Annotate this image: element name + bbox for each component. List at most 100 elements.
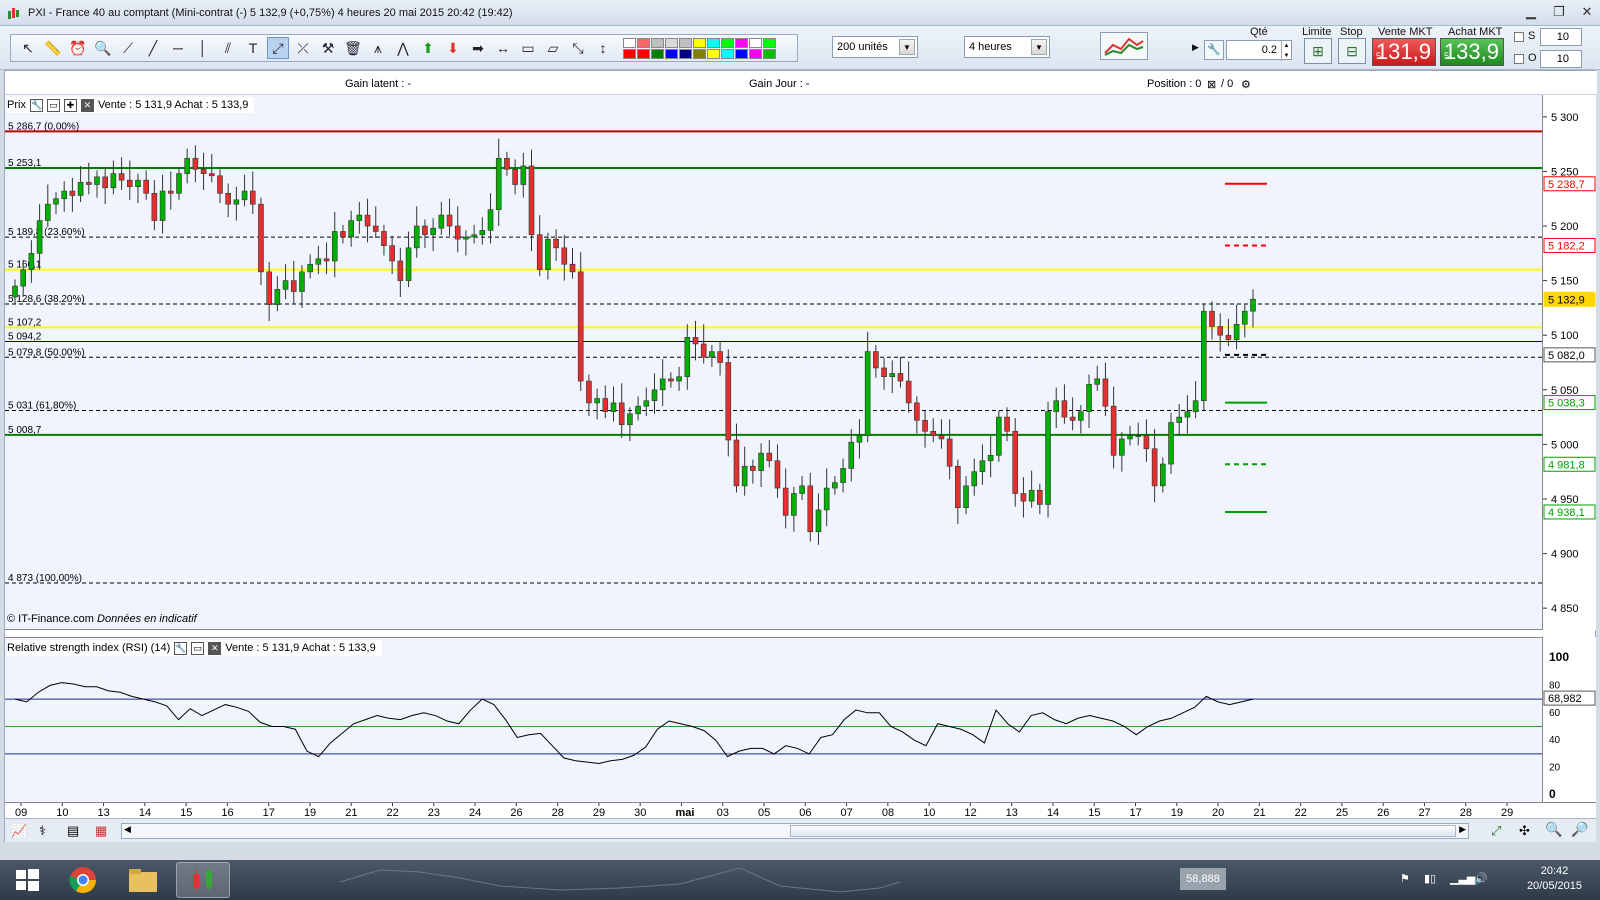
cross-tool-icon[interactable]: ⤫	[292, 37, 314, 59]
ray-tool-icon[interactable]: ╱	[142, 37, 164, 59]
explorer-taskbar-item[interactable]	[116, 862, 170, 898]
chart-add-icon[interactable]: 📈	[11, 823, 27, 839]
flag-icon[interactable]: ⚑	[1400, 872, 1410, 885]
range-icon[interactable]: ↔	[492, 37, 514, 59]
color-swatch[interactable]	[707, 37, 720, 48]
units-select[interactable]: 200 unités ▼	[832, 36, 918, 58]
close-icon[interactable]: ✕	[80, 98, 94, 112]
qty-spinner[interactable]: ▲ ▼	[1281, 41, 1291, 61]
chevron-down-icon[interactable]: ▼	[1031, 39, 1047, 55]
close-icon[interactable]: ✕	[1580, 4, 1594, 20]
zoom-in-icon[interactable]: 🔎	[1571, 821, 1588, 838]
buy-button[interactable]: 5 133,9	[1440, 38, 1504, 66]
period-select[interactable]: 4 heures ▼	[964, 36, 1050, 58]
clock[interactable]: 20:42 20/05/2015	[1527, 864, 1582, 894]
prorealtime-taskbar-item[interactable]	[176, 862, 230, 898]
color-swatch[interactable]	[693, 48, 706, 59]
color-swatch[interactable]	[665, 37, 678, 48]
color-swatch[interactable]	[679, 48, 692, 59]
close-icon[interactable]: ✕	[208, 641, 222, 655]
pointer-icon[interactable]: ↖	[17, 37, 39, 59]
calendar-icon[interactable]: ▤	[67, 823, 79, 839]
restore-icon[interactable]: ❐	[1552, 4, 1566, 20]
horizontal-scrollbar[interactable]: ◀ ▶	[121, 823, 1469, 839]
scrollbar-thumb[interactable]	[790, 825, 1456, 837]
s-input[interactable]: 10	[1540, 28, 1582, 46]
remove-icon[interactable]: ▦	[95, 823, 107, 839]
chevron-down-icon[interactable]: ▼	[899, 39, 915, 55]
stop-button[interactable]: ⊟	[1338, 38, 1366, 64]
price-pane[interactable]: 5 286,7 (0,00%) 5 253,1 5 189,8 (23,60%) 5 …	[5, 95, 1542, 630]
chrome-taskbar-item[interactable]	[56, 862, 110, 898]
color-swatch[interactable]	[749, 48, 762, 59]
color-swatch[interactable]	[651, 48, 664, 59]
color-swatch[interactable]	[623, 37, 636, 48]
settings-icon[interactable]: ⚙	[1241, 78, 1251, 91]
color-swatch[interactable]	[749, 37, 762, 48]
volume-icon[interactable]: 🔊	[1474, 872, 1488, 885]
chart-type-button[interactable]	[1100, 32, 1148, 60]
text-tool-icon[interactable]: T	[242, 37, 264, 59]
color-swatch[interactable]	[721, 37, 734, 48]
s-checkbox[interactable]	[1514, 32, 1524, 42]
wrench-icon[interactable]: 🔧	[1204, 40, 1224, 60]
fan-icon[interactable]: ⋀	[392, 37, 414, 59]
tools-icon[interactable]: ⚒	[317, 37, 339, 59]
arrow-up-icon[interactable]: ⬆	[417, 37, 439, 59]
channel-tool-icon[interactable]: ⫽	[217, 37, 239, 59]
color-swatch[interactable]	[735, 37, 748, 48]
measure-icon[interactable]: ⤡	[567, 37, 589, 59]
fit-icon[interactable]: ✣	[1519, 823, 1530, 839]
color-swatch[interactable]	[651, 37, 664, 48]
limit-button[interactable]: ⊞	[1304, 38, 1332, 64]
wrench-icon[interactable]: 🔧	[174, 641, 188, 655]
vertical-measure-icon[interactable]: ↕	[592, 37, 614, 59]
alarm-icon[interactable]: ⏰	[67, 37, 89, 59]
scroll-left-icon[interactable]: ◀	[124, 824, 131, 835]
rsi-chart[interactable]	[5, 638, 1542, 803]
o-checkbox[interactable]	[1514, 54, 1524, 64]
color-swatch[interactable]	[735, 48, 748, 59]
window-icon[interactable]: ▭	[191, 641, 205, 655]
vline-tool-icon[interactable]: │	[192, 37, 214, 59]
window-icon[interactable]: ▭	[46, 98, 60, 112]
color-swatch[interactable]	[679, 37, 692, 48]
color-swatch[interactable]	[637, 48, 650, 59]
trash-icon[interactable]: 🗑	[342, 37, 364, 59]
color-swatch[interactable]	[665, 48, 678, 59]
color-swatch[interactable]	[623, 48, 636, 59]
polygon-icon[interactable]: ▱	[542, 37, 564, 59]
autoscale-icon[interactable]: ⤢	[1491, 823, 1501, 839]
color-swatch[interactable]	[707, 48, 720, 59]
network-icon[interactable]: ▮▯	[1424, 872, 1436, 885]
zoom-icon[interactable]: 🔍	[92, 37, 114, 59]
color-palette[interactable]	[623, 37, 776, 59]
rectangle-icon[interactable]: ▭	[517, 37, 539, 59]
o-input[interactable]: 10	[1540, 50, 1582, 68]
indicator-icon[interactable]: ✚	[63, 98, 77, 112]
ruler-icon[interactable]: 📏	[42, 37, 64, 59]
arrow-down-icon[interactable]: ⬇	[442, 37, 464, 59]
color-swatch[interactable]	[721, 48, 734, 59]
price-axis[interactable]: 5 300 5 250 5 200 5 150 5 100 5 050 5 000 4 950…	[1542, 95, 1596, 630]
signal-icon[interactable]: ▁▃▅	[1450, 872, 1475, 885]
indicator-icon[interactable]: ⚕	[39, 823, 46, 839]
line-tool-icon[interactable]: ⟋	[117, 37, 139, 59]
hline-tool-icon[interactable]: ─	[167, 37, 189, 59]
rsi-axis[interactable]: 100 80 60 40 20 0 68,982	[1542, 637, 1596, 802]
scroll-right-icon[interactable]: ▶	[1459, 824, 1466, 835]
minimize-icon[interactable]: ▁	[1524, 4, 1538, 20]
wrench-icon[interactable]: 🔧	[29, 98, 43, 112]
zoom-out-icon[interactable]: 🔍	[1545, 821, 1562, 838]
start-button[interactable]	[0, 862, 54, 898]
color-swatch[interactable]	[763, 48, 776, 59]
sell-button[interactable]: 5 131,9	[1372, 38, 1436, 66]
arrow-right-icon[interactable]: ➡	[467, 37, 489, 59]
fibonacci-icon[interactable]: ⩚	[367, 37, 389, 59]
color-swatch[interactable]	[693, 37, 706, 48]
color-swatch[interactable]	[637, 37, 650, 48]
position-icon[interactable]: ⊠	[1207, 78, 1216, 91]
color-swatch[interactable]	[763, 37, 776, 48]
trend-tool-icon[interactable]: ⤢	[267, 37, 289, 59]
rsi-pane[interactable]: Relative strength index (RSI) (14) 🔧 ▭ ✕…	[5, 637, 1542, 802]
